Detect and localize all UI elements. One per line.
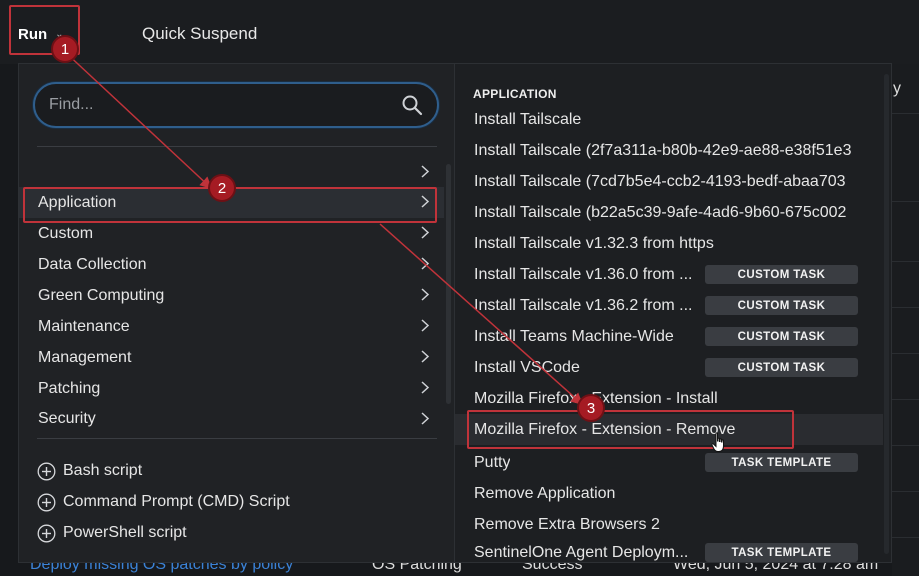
task-label: SentinelOne Agent Deploym...	[474, 544, 689, 561]
task-item[interactable]: Install Tailscale	[455, 104, 883, 135]
quick-suspend-button[interactable]: Quick Suspend	[142, 24, 257, 44]
chevron-right-icon	[421, 226, 430, 239]
search-icon[interactable]	[401, 94, 423, 116]
task-label: Install Tailscale v1.32.3 from https	[474, 234, 714, 252]
script-label: Bash script	[63, 462, 143, 479]
task-template-badge: TASK TEMPLATE	[705, 543, 858, 562]
plus-circle-icon	[37, 524, 56, 542]
category-label: Maintenance	[38, 317, 130, 335]
task-item[interactable]: Install Tailscale (b22a5c39-9afe-4ad6-9b…	[455, 197, 883, 228]
category-label: Green Computing	[38, 286, 165, 304]
task-item[interactable]: Install VSCode CUSTOM TASK	[455, 352, 883, 383]
category-label: Data Collection	[38, 255, 147, 273]
task-label: Putty	[474, 453, 511, 471]
task-label: Install Tailscale v1.36.2 from ...	[474, 296, 693, 314]
search-placeholder: Find...	[49, 96, 94, 113]
custom-task-badge: CUSTOM TASK	[705, 296, 858, 315]
category-scrollbar[interactable]	[446, 164, 451, 404]
custom-task-badge: CUSTOM TASK	[705, 327, 858, 346]
task-label: Remove Extra Browsers 2	[474, 515, 660, 533]
top-toolbar: Run ⌄ Quick Suspend	[0, 0, 919, 64]
task-item[interactable]: Putty TASK TEMPLATE	[455, 447, 883, 478]
background-table-edge	[892, 64, 919, 576]
run-menu-categories: Find... Application Custom Data Collecti…	[18, 63, 455, 563]
category-item-maintenance[interactable]: Maintenance	[19, 311, 444, 342]
chevron-right-icon	[421, 165, 430, 178]
task-label: Install Tailscale (7cd7b5e4-ccb2-4193-be…	[474, 172, 846, 190]
category-item-green-computing[interactable]: Green Computing	[19, 280, 444, 311]
chevron-right-icon	[421, 381, 430, 394]
plus-circle-icon	[37, 462, 56, 480]
search-input[interactable]: Find...	[33, 82, 439, 128]
add-powershell-script[interactable]: PowerShell script	[37, 519, 187, 547]
section-title: APPLICATION	[473, 87, 557, 101]
category-item-security[interactable]: Security	[19, 404, 444, 430]
background-header-fragment: y	[893, 80, 901, 97]
category-label: Security	[38, 410, 96, 427]
task-template-badge: TASK TEMPLATE	[705, 453, 858, 472]
task-label: Install VSCode	[474, 358, 580, 376]
task-label: Install Teams Machine-Wide	[474, 327, 674, 345]
task-item[interactable]: Install Tailscale (2f7a311a-b80b-42e9-ae…	[455, 135, 883, 166]
add-cmd-script[interactable]: Command Prompt (CMD) Script	[37, 488, 290, 516]
task-label: Install Tailscale v1.36.0 from ...	[474, 265, 693, 283]
task-label: Remove Application	[474, 484, 616, 502]
add-bash-script[interactable]: Bash script	[37, 457, 142, 485]
annotation-badge-3: 3	[577, 394, 605, 422]
task-item[interactable]: Install Tailscale v1.36.0 from ... CUSTOM…	[455, 259, 883, 290]
custom-task-badge: CUSTOM TASK	[705, 265, 858, 284]
application-task-list: APPLICATION Install Tailscale Install Ta…	[455, 63, 892, 563]
chevron-right-icon	[421, 288, 430, 301]
category-label: Patching	[38, 379, 101, 397]
chevron-right-icon	[421, 257, 430, 270]
divider	[37, 438, 437, 439]
task-item[interactable]: Install Teams Machine-Wide CUSTOM TASK	[455, 321, 883, 352]
chevron-right-icon	[421, 412, 430, 425]
category-item-patching[interactable]: Patching	[19, 373, 444, 404]
task-list-scrollbar[interactable]	[884, 74, 889, 554]
annotation-highlight-firefox-remove	[467, 410, 794, 449]
chevron-right-icon	[421, 319, 430, 332]
task-label: Install Tailscale (b22a5c39-9afe-4ad6-9b…	[474, 203, 847, 221]
task-item[interactable]: Remove Application	[455, 478, 883, 509]
category-item-management[interactable]: Management	[19, 342, 444, 373]
chevron-right-icon	[421, 350, 430, 363]
hand-cursor-icon	[711, 432, 724, 452]
task-item[interactable]: Remove Extra Browsers 2	[455, 509, 883, 540]
category-label: Custom	[38, 224, 94, 242]
divider	[37, 146, 437, 147]
task-label: Install Tailscale (2f7a311a-b80b-42e9-ae…	[474, 141, 852, 159]
category-label: Management	[38, 348, 132, 366]
task-item[interactable]: Install Tailscale v1.36.2 from ... CUSTOM…	[455, 290, 883, 321]
annotation-badge-1: 1	[51, 35, 79, 63]
category-item-data-collection[interactable]: Data Collection	[19, 249, 444, 280]
plus-circle-icon	[37, 493, 56, 511]
task-label: Install Tailscale	[474, 110, 582, 128]
script-label: PowerShell script	[63, 524, 187, 541]
annotation-badge-2: 2	[208, 174, 236, 202]
task-item[interactable]: Install Tailscale v1.32.3 from https	[455, 228, 883, 259]
task-item[interactable]: SentinelOne Agent Deploym... TASK TEMPLAT…	[455, 540, 883, 562]
custom-task-badge: CUSTOM TASK	[705, 358, 858, 377]
task-item[interactable]: Install Tailscale (7cd7b5e4-ccb2-4193-be…	[455, 166, 883, 197]
script-label: Command Prompt (CMD) Script	[63, 493, 290, 510]
